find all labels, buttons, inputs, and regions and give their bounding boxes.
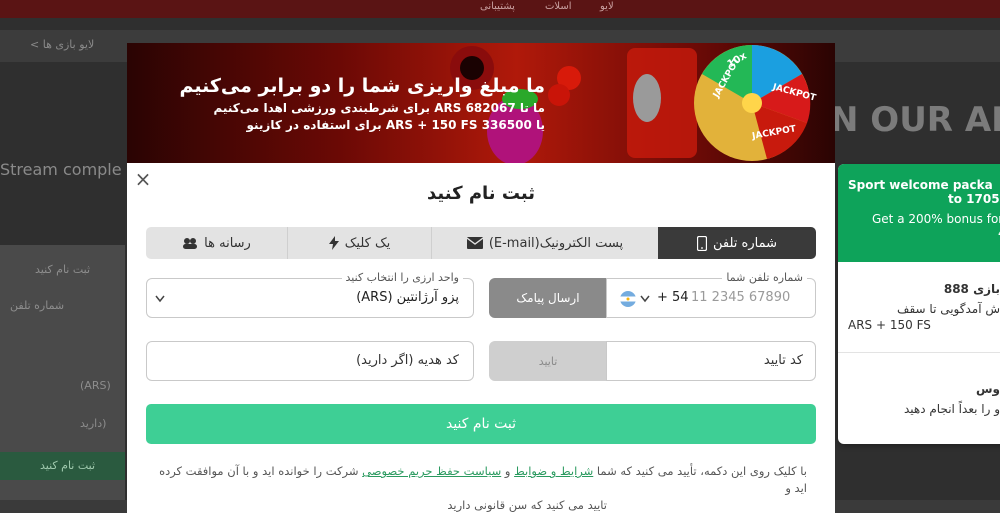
send-sms-button[interactable]: ارسال پیامک bbox=[489, 278, 607, 318]
promo-banner: ما مبلغ واریزی شما را دو برابر می‌کنیم م… bbox=[127, 43, 835, 163]
card-divider bbox=[838, 352, 1000, 353]
registration-tabs: رسانه ها یک کلیک پست الکترونیک(E-mail) ش… bbox=[146, 227, 816, 259]
phone-field[interactable]: شماره تلفن شما 11 2345 67890 + 54 bbox=[606, 271, 816, 318]
bg-register-bar: ثبت نام کنید bbox=[0, 452, 125, 480]
later-offer-line[interactable]: و را بعداً انجام دهید bbox=[838, 402, 1000, 416]
bolt-icon bbox=[328, 236, 339, 250]
phone-field-label: شماره تلفن شما bbox=[722, 271, 807, 284]
country-code: + 54 bbox=[657, 290, 689, 305]
currency-label: واحد ارزی را انتخاب کنید bbox=[341, 271, 463, 284]
legal-text-part: با کلیک روی این دکمه، تأیید می کنید که ش… bbox=[593, 464, 807, 478]
tab-one-click[interactable]: یک کلیک bbox=[287, 227, 431, 259]
casino-offer-line: ش آمدگویی تا سقف bbox=[897, 302, 1000, 316]
bg-panel-title: ثبت نام کنید bbox=[35, 263, 91, 276]
bg-nav-item: لایو bbox=[600, 1, 614, 12]
tab-social-label: رسانه ها bbox=[204, 235, 251, 251]
verify-button[interactable]: تایید bbox=[489, 341, 607, 381]
envelope-icon bbox=[466, 237, 483, 249]
register-button[interactable]: ثبت نام کنید bbox=[146, 404, 816, 444]
bg-nav-item: اسلات bbox=[545, 1, 572, 12]
tab-social[interactable]: رسانه ها bbox=[146, 227, 287, 259]
phone-icon bbox=[697, 235, 708, 251]
bg-panel-row: دارید) bbox=[80, 417, 107, 430]
welcome-title: Sport welcome packa bbox=[848, 178, 993, 192]
legal-text: با کلیک روی این دکمه، تأیید می کنید که ش… bbox=[147, 463, 807, 513]
casino-offer-title: 888 بازی bbox=[943, 282, 1000, 296]
legal-text-part: و bbox=[501, 464, 515, 478]
bg-panel-row: (ARS) bbox=[80, 379, 111, 392]
verify-code-input[interactable]: کد تایید bbox=[764, 353, 803, 368]
banner-title: ما مبلغ واریزی شما را دو برابر می‌کنیم bbox=[179, 75, 545, 97]
users-icon bbox=[183, 238, 198, 249]
bg-stream-text: Stream comple bbox=[0, 160, 122, 179]
banner-casino-offer: یا ARS + 150 FS 336500 برای استفاده در ک… bbox=[246, 118, 545, 132]
sport-welcome-header: Sport welcome packa to 170516 Get a 200%… bbox=[838, 164, 1000, 262]
tab-email[interactable]: پست الکترونیک(E-mail) bbox=[431, 227, 658, 259]
bg-panel-row: شماره تلفن bbox=[10, 299, 65, 312]
verify-code-field[interactable]: کد تایید bbox=[606, 341, 816, 381]
tab-phone[interactable]: شماره تلفن bbox=[658, 227, 816, 259]
tab-one-click-label: یک کلیک bbox=[344, 235, 391, 251]
welcome-bonus-text: Get a 200% bonus for y bbox=[872, 212, 1000, 226]
trophy-icon bbox=[633, 74, 661, 122]
privacy-policy-link[interactable]: سیاست حفظ حریم خصوصی bbox=[362, 464, 501, 478]
form-title: ثبت نام کنید bbox=[427, 183, 535, 204]
tab-phone-label: شماره تلفن bbox=[713, 235, 777, 251]
registration-modal: ما مبلغ واریزی شما را دو برابر می‌کنیم م… bbox=[127, 43, 835, 513]
terms-link[interactable]: شرایط و ضوابط bbox=[514, 464, 593, 478]
currency-select[interactable]: واحد ارزی را انتخاب کنید پزو آرژانتین (A… bbox=[146, 271, 474, 318]
casino-offer-amount: ARS + 150 FS bbox=[848, 318, 931, 332]
sport-welcome-card: Sport welcome packa to 170516 Get a 200%… bbox=[838, 164, 1000, 444]
cherry-icon bbox=[548, 84, 570, 106]
promo-code-field[interactable]: کد هدیه (اگر دارید) bbox=[146, 341, 474, 381]
bg-register-label: ثبت نام کنید bbox=[40, 459, 96, 472]
wheel-hub bbox=[742, 93, 762, 113]
currency-value: پزو آرژانتین (ARS) bbox=[356, 290, 459, 305]
bg-breadcrumb: < لایو بازی ها bbox=[30, 38, 95, 51]
background-top-nav: پشتیبانی اسلات لایو bbox=[0, 0, 1000, 18]
later-offer-title: وس bbox=[975, 382, 1000, 396]
argentina-flag-icon[interactable] bbox=[620, 291, 636, 307]
chevron-down-icon bbox=[155, 295, 165, 303]
tab-email-label: پست الکترونیک(E-mail) bbox=[488, 235, 624, 251]
phone-input[interactable]: 11 2345 67890 bbox=[691, 290, 790, 305]
promo-code-input[interactable]: کد هدیه (اگر دارید) bbox=[356, 353, 459, 368]
welcome-amount: to 170516 bbox=[948, 192, 1000, 206]
bg-app-promo: N OUR APP bbox=[830, 100, 1000, 140]
chevron-down-icon[interactable] bbox=[640, 295, 650, 303]
banner-sport-offer: ما تا ARS 682067 برای شرطبندی ورزشی اهدا… bbox=[213, 101, 545, 115]
bg-nav-item: پشتیبانی bbox=[480, 1, 515, 12]
legal-text-part: تایید می کنید که سن قانونی دارید bbox=[447, 498, 607, 512]
